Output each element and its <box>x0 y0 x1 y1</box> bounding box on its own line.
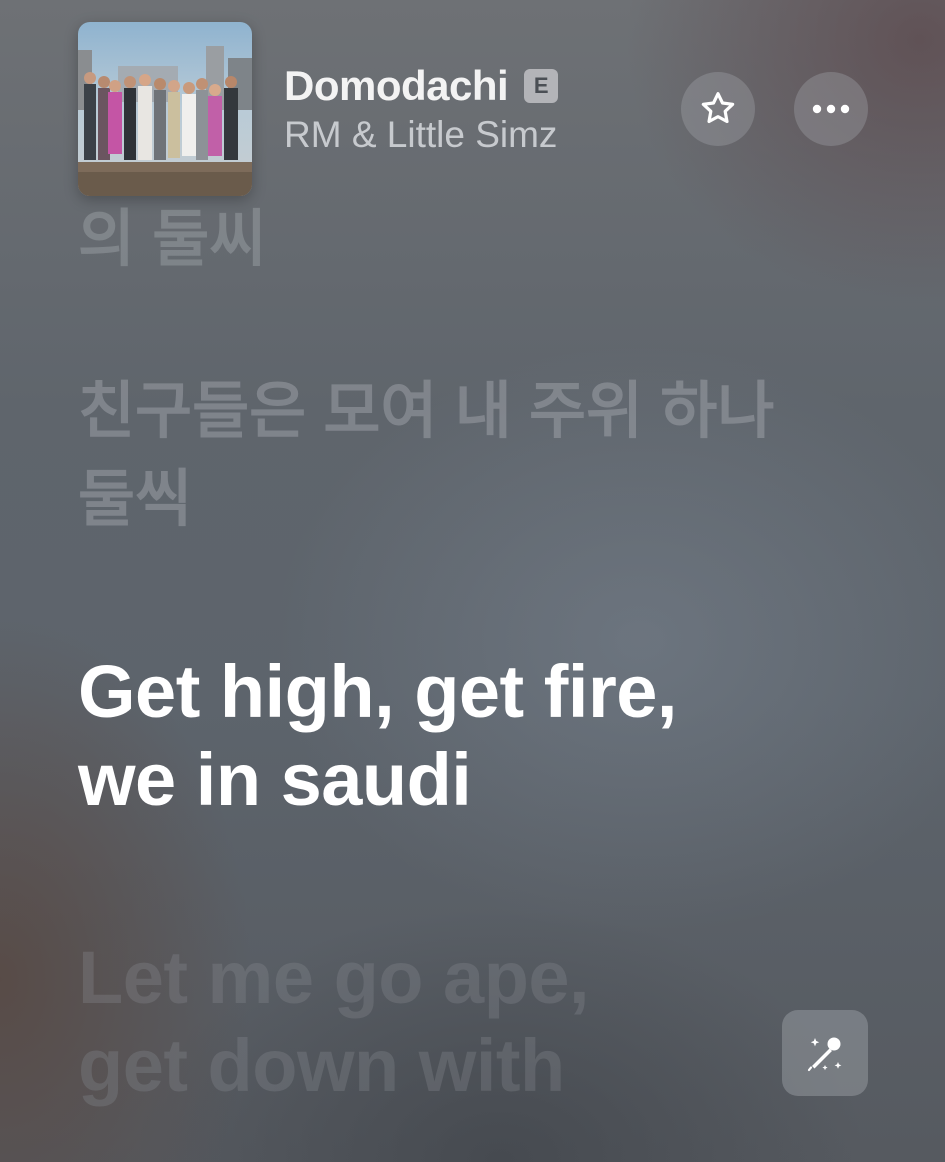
now-playing-header: Domodachi E RM & Little Simz <box>0 0 945 210</box>
song-title[interactable]: Domodachi <box>284 62 509 110</box>
explicit-badge: E <box>524 69 559 103</box>
star-icon <box>701 92 735 124</box>
ellipsis-icon <box>812 104 850 114</box>
lyric-line-next[interactable]: Let me go ape, get down with <box>78 934 698 1110</box>
sing-mode-button[interactable] <box>782 1010 868 1096</box>
artist-name[interactable]: RM & Little Simz <box>284 114 557 156</box>
album-artwork-image <box>78 22 252 196</box>
microphone-sparkle-icon <box>807 1037 842 1072</box>
album-artwork[interactable] <box>78 22 252 196</box>
lyric-line-past[interactable]: 친구들은 모여 내 주위 하나둘씩 <box>78 368 778 544</box>
title-row: Domodachi E <box>284 62 559 110</box>
more-options-button[interactable] <box>794 72 868 146</box>
favorite-button[interactable] <box>681 72 755 146</box>
lyric-line-past-partial[interactable]: 의 둘씨 <box>78 198 778 280</box>
lyric-line-current[interactable]: Get high, get fire, we in saudi <box>78 648 718 824</box>
lyric-text: 의 둘씨 <box>78 205 267 274</box>
